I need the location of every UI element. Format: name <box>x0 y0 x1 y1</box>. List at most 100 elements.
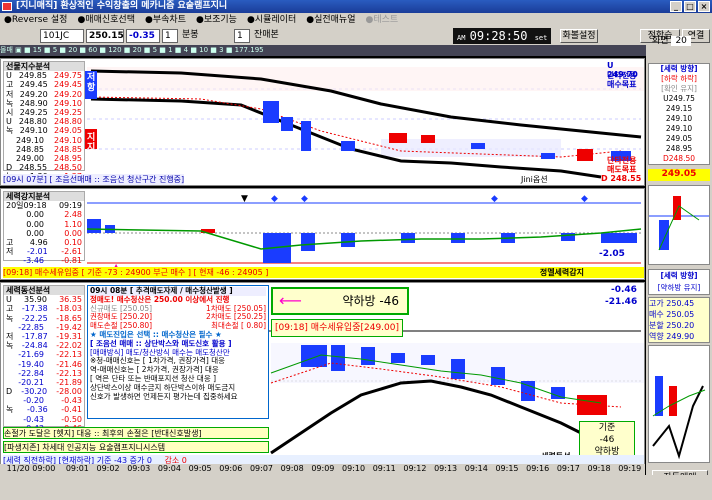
power-cell: -2.01 <box>26 247 48 257</box>
flow-val-1: -0.46 <box>611 285 637 295</box>
window-title: [지니매직] 환상적인 수익창출의 메카니즘 요술램프지니 <box>16 1 228 11</box>
toolbar: 101JC 250.15 -0.35 1 분봉 1 잔매본 AM 09:28:5… <box>0 27 712 45</box>
menu-sim[interactable]: ●시뮬레이터 <box>247 13 296 27</box>
futures-cell: 249.10 <box>54 98 82 108</box>
arrow-label: 약하방 -46 <box>342 294 399 308</box>
futures-cell: 249.85 <box>18 71 47 81</box>
futures-cell: U <box>6 71 12 81</box>
right-panel: 화면 20 [세력 방향] [하락 하락] [확인 유지] U249.75 249… <box>646 36 712 500</box>
flow-cell: -28.00 <box>56 387 82 397</box>
maximize-button[interactable]: □ <box>684 1 696 12</box>
power-status-bar: [09:18] 매수세유입중 [ 기준 -73 : 24900 부근 매수 ] … <box>3 267 644 278</box>
time-tick: 09:19 <box>618 464 642 473</box>
count-label: 잔매본 <box>252 29 286 43</box>
power-cell: -0.81 <box>61 256 82 266</box>
clock-time: 09:28:50 <box>469 29 528 43</box>
flow-dir-title: [세력 방향] <box>660 271 698 280</box>
futures-row: 녹 248.90 249.10 <box>4 99 84 108</box>
power-cell: 0.00 <box>26 228 44 238</box>
flow-cell: -18.65 <box>56 313 82 323</box>
indicator-strip[interactable]: 몰매 ▣ ■ 15 ■ 5 ■ 20 ■ 60 ■ 120 ■ 20 ■ 5 ■… <box>0 45 712 56</box>
power-cell: 0.00 <box>26 219 44 229</box>
futures-rows: U 249.85 249.75 고 249.45 249.45 저 249.20 249.20 녹… <box>4 71 84 181</box>
power-status: [09:18] 매수세유입중 [ 기준 -73 : 24900 부근 매수 ] … <box>3 268 269 277</box>
futures-cell: 248.85 <box>16 144 44 154</box>
futures-row: 248.85 248.85 <box>4 145 84 154</box>
dir-vals: U249.75 249.15 249.10 249.10 249.05 248.95 D24… <box>649 94 709 164</box>
flow-cell: -21.69 <box>18 350 44 360</box>
power-rows: 0.00 2.48 0.00 1.10 0.00 0.00 고 4.96 0.10 저 -2.01-… <box>4 210 84 274</box>
power-date: 20일09:18 <box>6 201 47 211</box>
futures-cell: 249.45 <box>54 80 82 90</box>
power-cell: 1.10 <box>64 219 82 229</box>
flow-cell: -22.13 <box>56 368 82 378</box>
flow-cell: -0.43 <box>61 396 82 406</box>
flow-row: -22.85 -19.42 <box>4 323 84 332</box>
right-flow-chart <box>648 345 710 463</box>
time-axis: 11/20 09:00 09:01 09:02 09:03 09:04 09:05 09:0… <box>0 464 645 475</box>
futures-cell: 248.55 <box>19 163 48 173</box>
menu-test[interactable]: ●테스트 <box>366 13 399 27</box>
minimize-button[interactable]: _ <box>670 1 682 12</box>
time-tick: 09:14 <box>464 464 488 473</box>
futures-cell: 248.95 <box>54 153 82 163</box>
futures-row: U 248.80 248.80 <box>4 117 84 126</box>
flow-cell: -30.20 <box>21 387 48 397</box>
code-select[interactable]: 101JC <box>40 29 84 43</box>
time-tick: 09:11 <box>372 464 396 473</box>
screen-num[interactable]: 20 <box>671 36 691 46</box>
futures-row: 249.10 249.10 <box>4 136 84 145</box>
change-field: -0.35 <box>126 29 160 43</box>
flow-ref-value: -46 <box>599 435 615 445</box>
menu-manual[interactable]: ●실전매뉴얼 <box>306 13 355 27</box>
flow-cell: D <box>6 387 13 397</box>
clock-suffix: set <box>534 34 548 42</box>
futures-row: 녹 249.10 249.05 <box>4 126 84 135</box>
power-title: 세력강지분석 <box>6 192 51 201</box>
flow-cell: U <box>6 295 12 305</box>
flow-cell: -22.84 <box>18 368 44 378</box>
power-row: 0.00 1.10 <box>4 220 84 229</box>
time-tick: 09:03 <box>127 464 151 473</box>
time-tick: 09:04 <box>157 464 181 473</box>
menu-subchart[interactable]: ●부속차트 <box>145 13 186 27</box>
direction-box: [세력 방향] [하락 하락] [확인 유지] U249.75 249.15 249… <box>648 63 710 165</box>
futures-cell: 248.85 <box>54 144 82 154</box>
futures-cell: 249.20 <box>19 89 48 99</box>
futures-row: 시 249.25 249.25 <box>4 108 84 117</box>
time-tick: 09:12 <box>403 464 427 473</box>
flow-panel: 세력동선분석 U 35.90 36.35 고 -17.38 -18.03 녹 -22.25 -1… <box>0 282 645 476</box>
flow-dir-sub: [약하방 유지] <box>657 283 701 292</box>
flow-cell: -0.43 <box>23 414 44 424</box>
flow-row: 녹 -0.36 -0.41 <box>4 405 84 414</box>
time-tick: 09:15 <box>495 464 519 473</box>
flow-row: D -30.20 -28.00 <box>4 387 84 396</box>
futures-title: 선물지수분석 <box>6 62 51 71</box>
power-row: -3.46 -0.81 <box>4 256 84 265</box>
menu-aux[interactable]: ●보조기능 <box>196 13 237 27</box>
futures-row: U 249.85 249.75 <box>4 71 84 80</box>
menu-reverse[interactable]: ●Reverse 설정 <box>4 13 67 27</box>
futures-panel: 선물지수분석 U 249.85 249.75 고 249.45 249.45 저 249.20… <box>0 58 645 186</box>
count-input[interactable]: 1 <box>234 29 250 43</box>
price-reverse: 역향 249.90 <box>649 331 709 342</box>
shrink-button[interactable]: 화볼설정 <box>560 29 598 43</box>
flow-cell: -17.38 <box>21 304 48 314</box>
flow-cell: 36.35 <box>59 295 82 305</box>
direction-value: 249.10 <box>665 114 693 123</box>
period-num-input[interactable]: 1 <box>162 29 178 43</box>
flow-title: 세력동선분석 <box>6 286 51 295</box>
time-tick: 09:07 <box>249 464 273 473</box>
menu-signal[interactable]: ●매매신호선택 <box>77 13 135 27</box>
direction-value: 249.10 <box>665 124 693 133</box>
right-value: 249.05 <box>648 169 710 181</box>
flow-ref-label: 기준 <box>598 423 616 433</box>
close-button[interactable]: × <box>698 1 710 12</box>
flow-cell: 35.90 <box>24 295 47 305</box>
svg-text:◆: ◆ <box>581 194 588 204</box>
period-unit[interactable]: 분봉 <box>180 29 210 43</box>
flow-cell: -24.84 <box>21 341 48 351</box>
futures-cell: 249.20 <box>54 89 82 99</box>
flow-cell: 녹 <box>6 313 14 323</box>
price-split: 분할 250.20 <box>649 320 709 331</box>
